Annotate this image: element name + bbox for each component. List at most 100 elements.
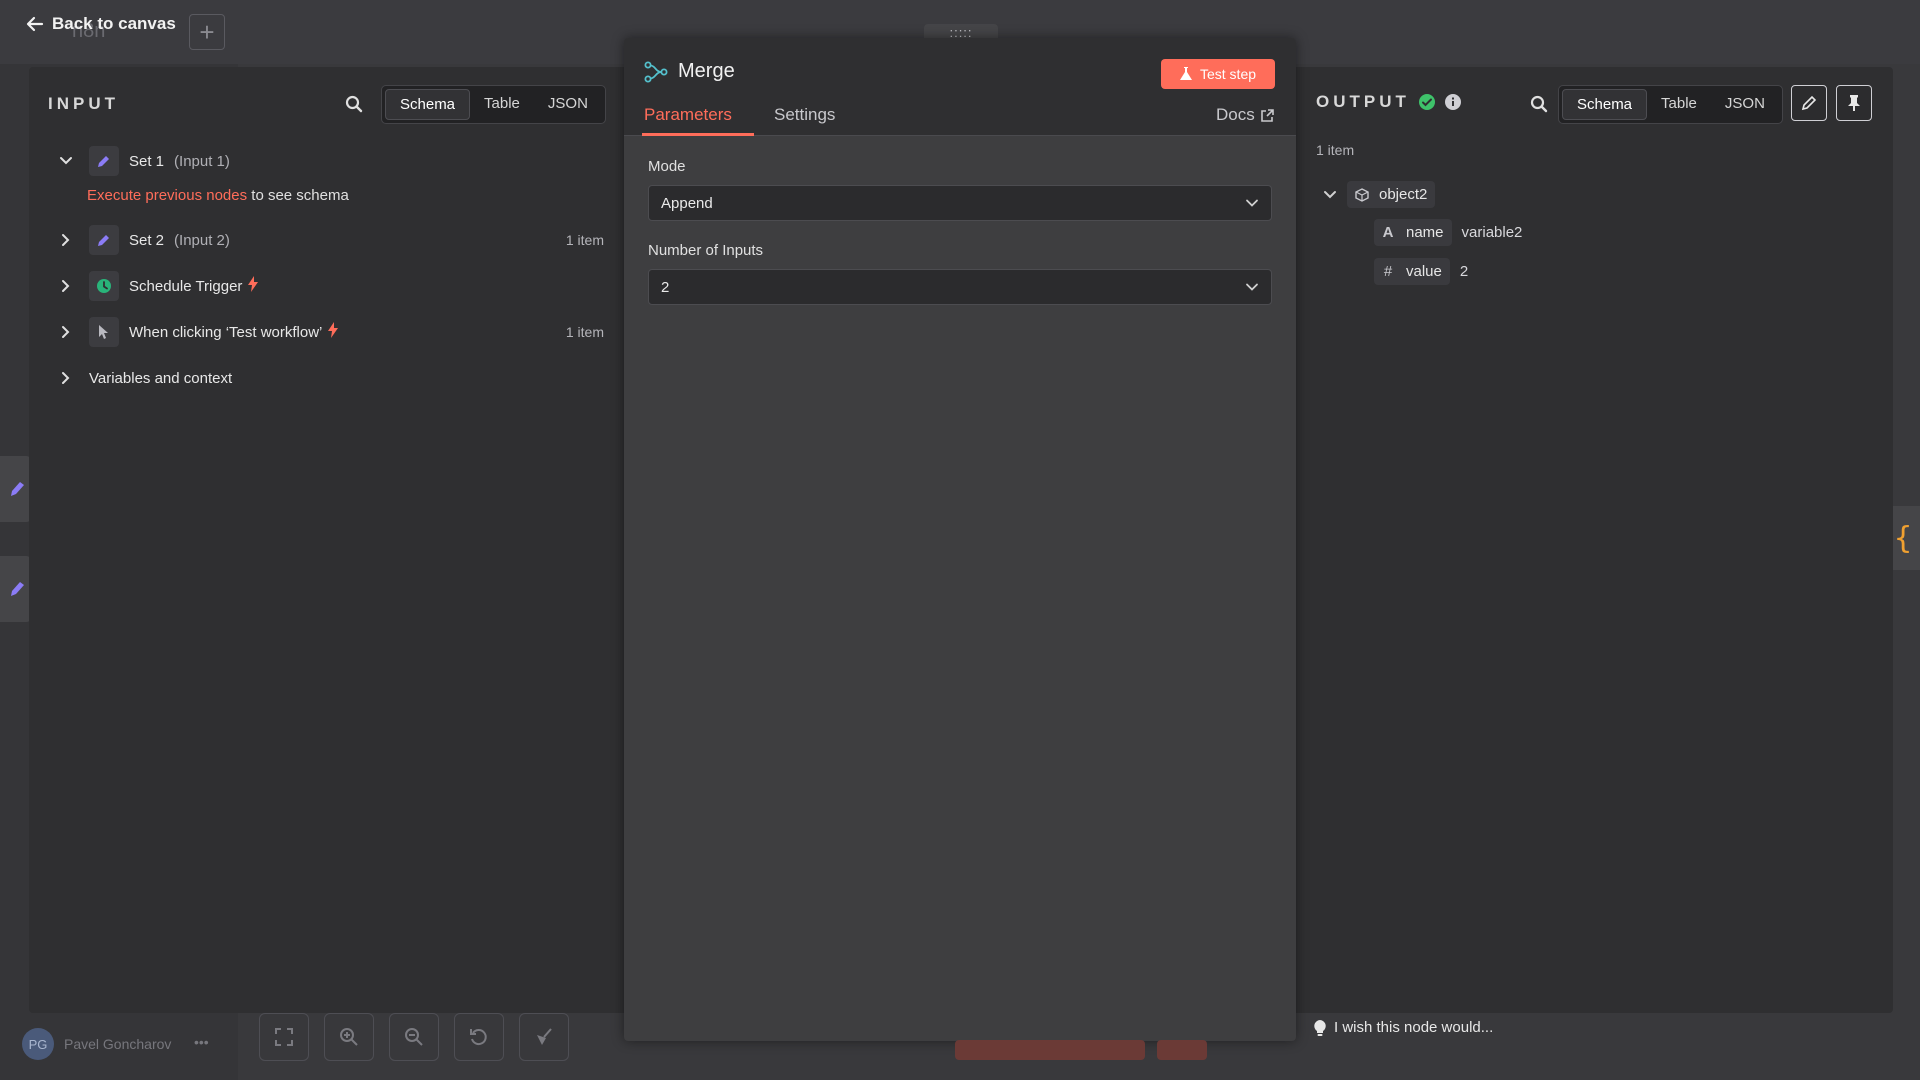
flask-icon — [1179, 67, 1192, 80]
search-icon — [1530, 95, 1548, 113]
input-node-name: Set 1 — [129, 152, 165, 170]
active-tab-indicator — [642, 133, 754, 136]
fit-view-button[interactable] — [259, 1013, 309, 1061]
back-to-canvas-button[interactable]: Back to canvas — [26, 14, 176, 34]
node-panel-header: Merge Test step Parameters Settings Docs — [624, 38, 1296, 136]
node-feedback-link[interactable]: I wish this node would... — [1314, 1019, 1493, 1036]
input-node-name: Schedule Trigger — [129, 277, 243, 295]
test-step-button[interactable]: Test step — [1161, 59, 1275, 89]
merge-icon — [644, 61, 668, 82]
output-item-count: 1 item — [1316, 142, 1355, 158]
output-view-json[interactable]: JSON — [1711, 89, 1779, 120]
zoom-in-button[interactable] — [324, 1013, 374, 1061]
zoom-in-icon — [340, 1028, 358, 1046]
output-panel-header: OUTPUT — [1316, 92, 1462, 112]
pencil-icon — [89, 225, 119, 255]
input-node-name: Set 2 — [129, 231, 165, 249]
broom-icon — [537, 1028, 552, 1045]
node-parameters-panel: Merge Test step Parameters Settings Docs… — [624, 38, 1296, 1041]
chevron-down-icon — [59, 154, 73, 168]
variables-and-context[interactable]: Variables and context — [59, 362, 604, 394]
object-tag: object2 — [1347, 181, 1436, 208]
test-step-label: Test step — [1199, 66, 1257, 82]
pin-output-button[interactable] — [1836, 85, 1872, 121]
field-tag: # value — [1374, 258, 1450, 285]
output-view-schema[interactable]: Schema — [1562, 89, 1648, 120]
execute-workflow-button[interactable] — [955, 1040, 1145, 1060]
bolt-icon — [328, 322, 339, 342]
schema-hint: Execute previous nodes to see schema — [87, 187, 349, 204]
output-panel-title: OUTPUT — [1316, 92, 1410, 111]
clock-icon — [89, 271, 119, 301]
canvas-node-set2-peek[interactable] — [0, 556, 32, 622]
add-node-button[interactable]: + — [189, 14, 225, 50]
mode-select[interactable]: Append — [648, 185, 1272, 221]
avatar[interactable]: PG — [22, 1028, 54, 1060]
node-title-text: Merge — [678, 60, 735, 82]
pencil-icon — [11, 582, 24, 596]
tab-settings[interactable]: Settings — [774, 105, 835, 125]
node-title: Merge — [644, 60, 735, 83]
input-view-schema[interactable]: Schema — [385, 89, 471, 120]
reset-zoom-button[interactable] — [454, 1013, 504, 1061]
field-key: name — [1406, 224, 1444, 241]
string-type-icon: A — [1382, 224, 1394, 241]
external-link-icon — [1260, 108, 1274, 122]
mode-value: Append — [661, 194, 713, 212]
execute-previous-nodes-link[interactable]: Execute previous nodes — [87, 187, 247, 204]
check-circle-icon — [1418, 94, 1435, 110]
feedback-label: I wish this node would... — [1334, 1019, 1494, 1036]
input-panel-title: INPUT — [48, 94, 119, 113]
field-tag: A name — [1374, 219, 1452, 246]
user-name: Pavel Goncharov — [64, 1036, 172, 1052]
braces-icon: { — [1893, 520, 1913, 556]
field-key: value — [1406, 263, 1442, 280]
item-count: 1 item — [565, 232, 604, 248]
tidy-up-button[interactable] — [519, 1013, 569, 1061]
input-search-button[interactable] — [342, 92, 366, 116]
back-to-canvas-label: Back to canvas — [52, 14, 176, 33]
schema-hint-text: to see schema — [251, 187, 349, 204]
chevron-right-icon — [59, 371, 73, 385]
chevron-right-icon — [59, 279, 73, 293]
input-node-input-label: (Input 1) — [174, 152, 230, 170]
output-view-table[interactable]: Table — [1647, 89, 1711, 120]
input-view-table[interactable]: Table — [470, 89, 534, 120]
input-node-set1[interactable]: Set 1 (Input 1) — [59, 145, 604, 177]
input-node-name: When clicking ‘Test workflow’ — [129, 323, 323, 341]
tab-parameters[interactable]: Parameters — [644, 105, 732, 125]
number-of-inputs-label: Number of Inputs — [648, 242, 764, 259]
input-node-manual-trigger[interactable]: When clicking ‘Test workflow’ 1 item — [59, 316, 604, 348]
input-node-schedule-trigger[interactable]: Schedule Trigger — [59, 270, 604, 302]
output-view-switcher: Schema Table JSON — [1558, 85, 1783, 124]
maximize-icon — [275, 1028, 293, 1046]
input-view-switcher: Schema Table JSON — [381, 85, 606, 124]
edit-output-button[interactable] — [1791, 85, 1827, 121]
input-node-input-label: (Input 2) — [174, 231, 230, 249]
user-menu-icon[interactable]: ••• — [194, 1034, 209, 1050]
item-count: 1 item — [565, 324, 604, 340]
chevron-right-icon — [59, 233, 73, 247]
lightbulb-icon — [1314, 1019, 1326, 1036]
output-search-button[interactable] — [1527, 92, 1551, 116]
canvas-node-set1-peek[interactable] — [0, 456, 32, 522]
number-of-inputs-value: 2 — [661, 278, 670, 296]
output-field-row[interactable]: # value 2 — [1374, 258, 1468, 285]
chevron-down-icon — [1246, 199, 1258, 207]
field-value: variable2 — [1461, 224, 1523, 241]
docs-link[interactable]: Docs — [1216, 105, 1274, 125]
output-object-row[interactable]: object2 — [1323, 181, 1436, 208]
cube-icon — [1355, 187, 1369, 202]
variables-label: Variables and context — [89, 369, 233, 387]
undo-icon — [470, 1029, 487, 1046]
input-view-json[interactable]: JSON — [534, 89, 602, 120]
info-icon[interactable] — [1444, 93, 1462, 111]
input-node-set2[interactable]: Set 2 (Input 2) 1 item — [59, 224, 604, 256]
clear-execution-button[interactable] — [1157, 1040, 1207, 1060]
number-of-inputs-select[interactable]: 2 — [648, 269, 1272, 305]
output-field-row[interactable]: A name variable2 — [1374, 219, 1522, 246]
object-name: object2 — [1379, 186, 1428, 203]
arrow-left-icon — [26, 16, 44, 32]
zoom-out-button[interactable] — [389, 1013, 439, 1061]
zoom-out-icon — [405, 1028, 423, 1046]
